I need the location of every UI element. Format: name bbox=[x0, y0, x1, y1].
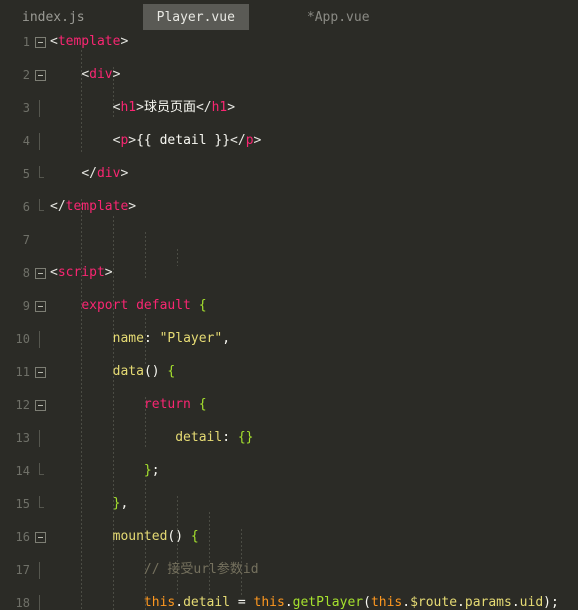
code-line: 7 bbox=[0, 232, 578, 249]
line-number: 14 bbox=[15, 464, 30, 478]
editor-tab-bar: index.js Player.vue *App.vue bbox=[0, 0, 578, 34]
line-number: 9 bbox=[22, 299, 30, 313]
code-line: 14 }; bbox=[0, 463, 578, 480]
code-line: 5 </div> bbox=[0, 166, 578, 183]
code-area[interactable]: 1 <template> 2 <div> 3 <h1>球员页面</h1> 4 <… bbox=[0, 34, 578, 610]
line-number: 6 bbox=[22, 200, 30, 214]
line-number: 4 bbox=[22, 134, 30, 148]
line-number: 5 bbox=[22, 167, 30, 181]
fold-guide bbox=[35, 562, 46, 579]
fold-guide bbox=[35, 331, 46, 348]
fold-toggle-icon[interactable] bbox=[35, 301, 46, 312]
fold-guide-end bbox=[35, 166, 46, 180]
line-content: </template> bbox=[50, 199, 137, 214]
code-line: 17 // 接受url参数id bbox=[0, 562, 578, 579]
fold-toggle-icon[interactable] bbox=[35, 37, 46, 48]
line-content: export default { bbox=[81, 298, 207, 313]
line-number: 15 bbox=[15, 497, 30, 511]
line-content: <script> bbox=[50, 265, 113, 280]
fold-guide-end bbox=[35, 463, 46, 477]
code-line: 8 <script> bbox=[0, 265, 578, 282]
fold-guide bbox=[35, 430, 46, 447]
line-number: 8 bbox=[22, 266, 30, 280]
line-number: 7 bbox=[22, 233, 30, 247]
tab-label: Player.vue bbox=[156, 9, 235, 25]
line-content: <template> bbox=[50, 34, 129, 49]
tab-index-js[interactable]: index.js bbox=[8, 4, 99, 30]
line-content: mounted() { bbox=[112, 529, 199, 544]
tab-gap bbox=[101, 0, 141, 34]
code-editor-window: index.js Player.vue *App.vue 1 <template… bbox=[0, 0, 578, 610]
fold-guide bbox=[35, 100, 46, 117]
line-content: this.detail = this.getPlayer(this.$route… bbox=[143, 595, 559, 610]
line-number: 12 bbox=[15, 398, 30, 412]
line-number: 18 bbox=[15, 596, 30, 610]
line-content: <p>{{ detail }}</p> bbox=[112, 133, 262, 148]
code-line: 2 <div> bbox=[0, 67, 578, 84]
tab-app-vue[interactable]: *App.vue bbox=[293, 4, 384, 30]
code-lines: 1 <template> 2 <div> 3 <h1>球员页面</h1> 4 <… bbox=[0, 34, 578, 610]
line-content: data() { bbox=[112, 364, 176, 379]
tab-label: *App.vue bbox=[306, 9, 370, 25]
fold-guide bbox=[35, 133, 46, 150]
line-content: }, bbox=[112, 496, 129, 511]
code-line: 4 <p>{{ detail }}</p> bbox=[0, 133, 578, 150]
code-line: 11 data() { bbox=[0, 364, 578, 381]
code-line: 18 this.detail = this.getPlayer(this.$ro… bbox=[0, 595, 578, 610]
code-line: 9 export default { bbox=[0, 298, 578, 315]
line-content: </div> bbox=[81, 166, 129, 181]
fold-toggle-icon[interactable] bbox=[35, 400, 46, 411]
fold-toggle-icon[interactable] bbox=[35, 532, 46, 543]
fold-guide-end bbox=[35, 199, 46, 213]
tab-label: index.js bbox=[22, 9, 85, 25]
line-number: 1 bbox=[22, 35, 30, 49]
line-number: 2 bbox=[22, 68, 30, 82]
line-content: // 接受url参数id bbox=[143, 562, 259, 577]
fold-toggle-icon[interactable] bbox=[35, 367, 46, 378]
line-content: <h1>球员页面</h1> bbox=[112, 100, 236, 115]
line-content: <div> bbox=[81, 67, 121, 82]
code-line: 13 detail: {} bbox=[0, 430, 578, 447]
fold-toggle-icon[interactable] bbox=[35, 268, 46, 279]
fold-guide bbox=[35, 595, 46, 610]
code-line: 16 mounted() { bbox=[0, 529, 578, 546]
code-line: 12 return { bbox=[0, 397, 578, 414]
code-line: 15 }, bbox=[0, 496, 578, 513]
line-number: 13 bbox=[15, 431, 30, 445]
code-line: 10 name: "Player", bbox=[0, 331, 578, 348]
line-number: 10 bbox=[15, 332, 30, 346]
fold-guide-end bbox=[35, 496, 46, 510]
line-number: 16 bbox=[15, 530, 30, 544]
code-line: 3 <h1>球员页面</h1> bbox=[0, 100, 578, 117]
fold-toggle-icon[interactable] bbox=[35, 70, 46, 81]
tab-gap bbox=[251, 0, 291, 34]
code-line: 6 </template> bbox=[0, 199, 578, 216]
line-content: name: "Player", bbox=[112, 331, 231, 346]
line-number: 11 bbox=[15, 365, 30, 379]
line-content: return { bbox=[143, 397, 207, 412]
line-number: 17 bbox=[15, 563, 30, 577]
line-number: 3 bbox=[22, 101, 30, 115]
line-content: detail: {} bbox=[175, 430, 254, 445]
line-content: }; bbox=[143, 463, 160, 478]
tab-player-vue[interactable]: Player.vue bbox=[142, 4, 249, 30]
code-line: 1 <template> bbox=[0, 34, 578, 51]
